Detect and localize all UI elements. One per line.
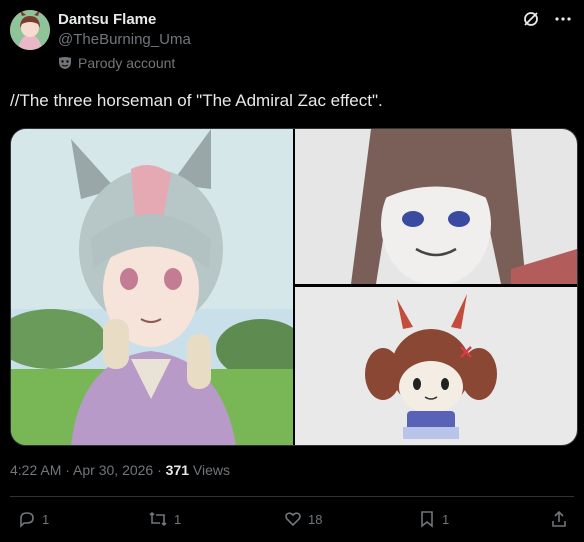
bookmark-icon bbox=[421, 511, 433, 528]
parody-account-label: Parody account bbox=[58, 55, 175, 71]
like-button[interactable]: 18 bbox=[284, 510, 322, 528]
media-image-top-right[interactable] bbox=[295, 129, 577, 286]
media-image-left[interactable] bbox=[11, 129, 306, 445]
like-count: 18 bbox=[308, 511, 323, 527]
share-button[interactable] bbox=[550, 510, 568, 528]
tweet-media-grid[interactable] bbox=[10, 128, 578, 446]
tweet-text: //The three horseman of "The Admiral Zac… bbox=[10, 91, 383, 110]
media-image-bottom-right[interactable] bbox=[295, 287, 577, 445]
repost-count: 1 bbox=[174, 511, 182, 527]
reply-icon bbox=[20, 512, 34, 528]
tweet-metadata: 4:22 AM · Apr 30, 2026 · 371 Views bbox=[10, 462, 230, 478]
mask-icon bbox=[59, 57, 71, 69]
author-avatar[interactable] bbox=[10, 10, 50, 50]
reply-button[interactable]: 1 bbox=[18, 510, 49, 528]
repost-button[interactable]: 1 bbox=[148, 510, 181, 528]
bookmark-count: 1 bbox=[442, 511, 450, 527]
tweet-time[interactable]: 4:22 AM bbox=[10, 462, 61, 478]
views-count: 371 bbox=[165, 462, 190, 478]
heart-icon bbox=[285, 512, 301, 527]
meta-separator: · bbox=[61, 462, 74, 478]
author-handle[interactable]: @TheBurning_Uma bbox=[58, 31, 191, 48]
more-options-icon[interactable] bbox=[554, 10, 572, 28]
repost-icon bbox=[149, 511, 167, 527]
grok-icon[interactable] bbox=[522, 10, 540, 28]
author-display-name[interactable]: Dantsu Flame bbox=[58, 11, 156, 28]
tweet-date[interactable]: Apr 30, 2026 bbox=[73, 462, 153, 478]
parody-label-text: Parody account bbox=[78, 55, 176, 71]
reply-count: 1 bbox=[42, 511, 50, 527]
actions-divider bbox=[10, 496, 574, 497]
bookmark-button[interactable]: 1 bbox=[418, 510, 449, 528]
views-label: Views bbox=[189, 462, 231, 478]
share-icon bbox=[552, 510, 566, 527]
tweet-actions-bar: 1 1 18 1 bbox=[10, 505, 574, 535]
avatar-image bbox=[10, 10, 50, 50]
meta-separator: · bbox=[153, 462, 166, 478]
